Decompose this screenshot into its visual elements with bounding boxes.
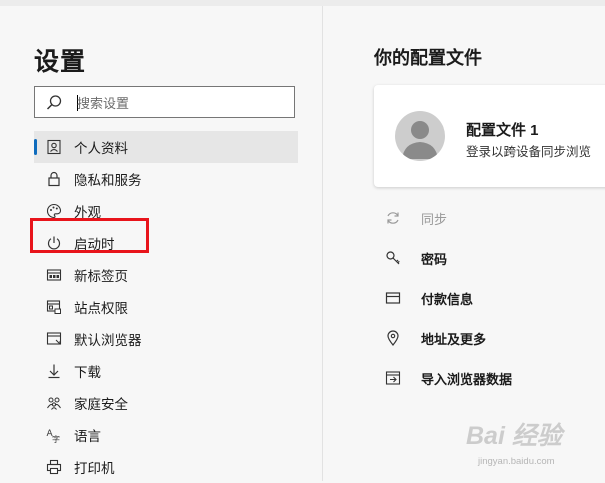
lock-icon	[44, 169, 64, 189]
profile-item-import-label: 导入浏览器数据	[421, 371, 513, 387]
nav-label-profile: 个人资料	[74, 141, 128, 156]
search-input[interactable]	[75, 89, 289, 117]
nav-label-downloads: 下载	[74, 365, 101, 380]
person-icon	[402, 121, 438, 159]
watermark-text: Bai 经验	[466, 422, 562, 450]
profile-sync-hint: 登录以跨设备同步浏览	[466, 145, 592, 159]
site-permissions-icon	[44, 297, 64, 317]
nav-label-new-tab: 新标签页	[74, 269, 128, 284]
avatar	[395, 111, 445, 161]
profile-item-addresses[interactable]: 地址及更多	[383, 318, 605, 358]
profile-item-sync-label: 同步	[421, 211, 448, 227]
profile-item-sync: 同步	[383, 198, 605, 238]
active-indicator	[34, 139, 37, 155]
printer-icon	[44, 457, 64, 477]
profile-icon	[44, 137, 64, 157]
nav-label-privacy: 隐私和服务	[74, 173, 142, 188]
profile-item-passwords-label: 密码	[421, 251, 448, 267]
profile-item-passwords[interactable]: 密码	[383, 238, 605, 278]
nav-item-downloads[interactable]: 下载	[34, 355, 298, 387]
profile-item-import[interactable]: 导入浏览器数据	[383, 358, 605, 398]
nav-item-profile[interactable]: 个人资料	[34, 131, 298, 163]
search-icon	[46, 95, 62, 110]
nav-item-default-browser[interactable]: 默认浏览器	[34, 323, 298, 355]
location-icon	[383, 328, 403, 348]
profile-item-addresses-label: 地址及更多	[421, 331, 487, 347]
svg-text:字: 字	[52, 434, 60, 443]
profile-name: 配置文件 1	[466, 122, 539, 139]
profile-pane: 你的配置文件 配置文件 1 登录以跨设备同步浏览 同步 密码 付款信息 地址及更…	[323, 6, 605, 481]
watermark-url: jingyan.baidu.com	[478, 456, 555, 467]
nav-item-family-safety[interactable]: 家庭安全	[34, 387, 298, 419]
nav-item-privacy[interactable]: 隐私和服务	[34, 163, 298, 195]
download-icon	[44, 361, 64, 381]
family-icon	[44, 393, 64, 413]
nav-item-languages[interactable]: A字 语言	[34, 419, 298, 451]
profile-item-payment-label: 付款信息	[421, 291, 474, 307]
nav-item-printers[interactable]: 打印机	[34, 451, 298, 483]
default-browser-icon	[44, 329, 64, 349]
nav-label-default-browser: 默认浏览器	[74, 333, 142, 348]
highlight-box	[30, 218, 149, 253]
language-icon: A字	[44, 425, 64, 445]
profile-card[interactable]: 配置文件 1 登录以跨设备同步浏览	[374, 85, 605, 187]
new-tab-icon	[44, 265, 64, 285]
settings-title: 设置	[34, 48, 87, 76]
profile-heading: 你的配置文件	[374, 48, 482, 68]
import-icon	[383, 368, 403, 388]
card-icon	[383, 288, 403, 308]
settings-nav: 个人资料 隐私和服务 外观 启动时 新标签页 站点权限 默认浏览器 下载 家庭安…	[34, 131, 298, 483]
sync-icon	[383, 208, 403, 228]
nav-item-site-permissions[interactable]: 站点权限	[34, 291, 298, 323]
search-settings-box[interactable]	[34, 86, 295, 118]
nav-label-family-safety: 家庭安全	[74, 397, 128, 412]
key-icon	[383, 248, 403, 268]
nav-item-new-tab[interactable]: 新标签页	[34, 259, 298, 291]
nav-label-languages: 语言	[74, 429, 101, 444]
nav-label-printers: 打印机	[74, 461, 115, 476]
profile-options-list: 同步 密码 付款信息 地址及更多 导入浏览器数据	[383, 198, 605, 398]
profile-item-payment[interactable]: 付款信息	[383, 278, 605, 318]
nav-label-site-permissions: 站点权限	[74, 301, 128, 316]
